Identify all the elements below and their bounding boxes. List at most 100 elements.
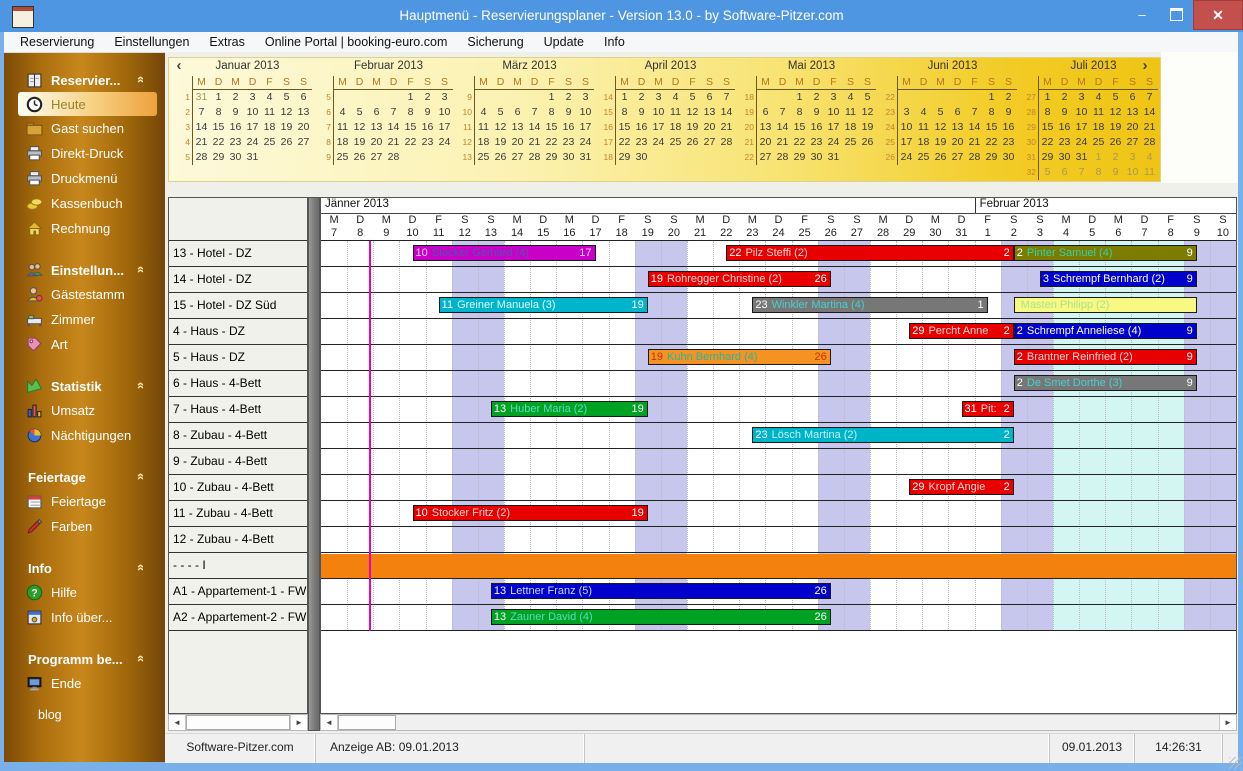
calendar-day[interactable]: 24 [898, 150, 915, 165]
calendar-day[interactable]: 17 [577, 120, 594, 135]
sidebar-item-ende[interactable]: Ende [4, 671, 165, 696]
calendar-day[interactable]: 12 [351, 120, 368, 135]
calendar-day[interactable]: 15 [210, 120, 227, 135]
calendar-day[interactable]: 29 [616, 150, 633, 165]
calendar-day[interactable]: 18 [334, 135, 351, 150]
reservation-bar[interactable]: 10Stocker Fritz (2)19 [413, 505, 648, 521]
calendar-day[interactable]: 7 [718, 90, 735, 105]
menu-item-online-portal-booking-euro-com[interactable]: Online Portal | booking-euro.com [255, 32, 458, 52]
calendar-day[interactable]: 21 [385, 135, 402, 150]
calendar-day[interactable]: 15 [543, 120, 560, 135]
calendar-day[interactable]: 26 [492, 150, 509, 165]
calendar-day[interactable]: 9 [1107, 165, 1124, 180]
calendar-day[interactable]: 8 [210, 105, 227, 120]
calendar-day[interactable]: 3 [244, 90, 261, 105]
calendar-day[interactable]: 26 [684, 135, 701, 150]
sidebar-item-rechnung[interactable]: Rechnung [4, 216, 165, 241]
gantt-day-number[interactable]: 8 [1158, 227, 1184, 240]
sidebar-item-farben[interactable]: Farben [4, 514, 165, 539]
maximize-button[interactable] [1159, 0, 1193, 28]
gantt-day-number[interactable]: 25 [792, 227, 818, 240]
calendar-day[interactable]: 3 [1124, 150, 1141, 165]
calendar-day[interactable]: 25 [842, 135, 859, 150]
room-row-label[interactable]: 7 - Haus - 4-Bett [169, 397, 307, 423]
calendar-day[interactable]: 1 [791, 90, 808, 105]
room-row-label[interactable]: 5 - Haus - DZ [169, 345, 307, 371]
gantt-day-number[interactable]: 5 [1079, 227, 1105, 240]
calendar-day[interactable]: 27 [949, 150, 966, 165]
calendar-day[interactable]: 8 [791, 105, 808, 120]
calendar-day[interactable]: 20 [295, 120, 312, 135]
sidebar-section-header-2[interactable]: Statistik» [4, 374, 165, 398]
reservation-bar[interactable]: 13Huber Maria (2)19 [491, 401, 648, 417]
calendar-day[interactable]: 22 [210, 135, 227, 150]
gantt-day-number[interactable]: 29 [896, 227, 922, 240]
room-row-label[interactable]: 6 - Haus - 4-Bett [169, 371, 307, 397]
calendar-day[interactable]: 13 [757, 120, 774, 135]
calendar-day[interactable]: 24 [244, 135, 261, 150]
calendar-day[interactable]: 6 [295, 90, 312, 105]
calendar-day[interactable]: 28 [718, 135, 735, 150]
scroll-thumb[interactable] [338, 715, 396, 730]
reservation-bar[interactable]: 13Zauner David (4)26 [491, 609, 831, 625]
calendar-day[interactable]: 8 [983, 105, 1000, 120]
calendar-day[interactable]: 2 [1107, 150, 1124, 165]
calendar-day[interactable]: 20 [368, 135, 385, 150]
calendar-day[interactable]: 9 [1000, 105, 1017, 120]
calendar-day[interactable]: 14 [1141, 105, 1158, 120]
calendar-day[interactable]: 19 [278, 120, 295, 135]
calendar-day[interactable]: 21 [718, 120, 735, 135]
calendar-day[interactable]: 31 [577, 150, 594, 165]
calendar-day[interactable]: 27 [295, 135, 312, 150]
calendar-day[interactable]: 28 [774, 150, 791, 165]
calendar-day[interactable]: 23 [1056, 135, 1073, 150]
calendar-day[interactable]: 11 [1141, 165, 1158, 180]
chevron-up-icon[interactable]: » [132, 473, 147, 480]
reservation-bar[interactable]: 2Brantner Reinfried (2)9 [1014, 349, 1197, 365]
calendar-day[interactable]: 12 [932, 120, 949, 135]
close-button[interactable]: ✕ [1193, 0, 1243, 30]
calendar-day[interactable]: 18 [261, 120, 278, 135]
reservation-bar[interactable]: 22Pilz Steffi (2)2 [726, 245, 1014, 261]
calendar-day[interactable]: 20 [1124, 120, 1141, 135]
calendar-day[interactable]: 4 [667, 90, 684, 105]
calendar-day[interactable]: 16 [560, 120, 577, 135]
calendar-day[interactable]: 16 [1000, 120, 1017, 135]
calendar-day[interactable]: 14 [526, 120, 543, 135]
calendar-day[interactable]: 23 [560, 135, 577, 150]
calendar-day[interactable]: 12 [278, 105, 295, 120]
calendar-day[interactable]: 6 [949, 105, 966, 120]
calendar-day[interactable]: 21 [774, 135, 791, 150]
calendar-day[interactable]: 2 [419, 90, 436, 105]
calendar-day[interactable]: 13 [368, 120, 385, 135]
calendar-day[interactable]: 30 [633, 150, 650, 165]
calendar-day[interactable]: 9 [808, 105, 825, 120]
calendar-day[interactable]: 4 [334, 105, 351, 120]
calendar-day[interactable]: 30 [227, 150, 244, 165]
calendar-day[interactable]: 21 [526, 135, 543, 150]
calendar-day[interactable]: 22 [983, 135, 1000, 150]
calendar-day[interactable]: 6 [509, 105, 526, 120]
calendar-day[interactable]: 2 [227, 90, 244, 105]
sidebar-item-heute[interactable]: Heute [18, 92, 157, 116]
room-row-label[interactable]: 11 - Zubau - 4-Bett [169, 501, 307, 527]
calendar-day[interactable]: 20 [949, 135, 966, 150]
calendar-day[interactable]: 27 [701, 135, 718, 150]
room-row-label[interactable]: 8 - Zubau - 4-Bett [169, 423, 307, 449]
calendar-day[interactable]: 10 [1073, 105, 1090, 120]
gantt-day-number[interactable]: 9 [373, 227, 399, 240]
calendar-day[interactable]: 9 [560, 105, 577, 120]
gantt-day-number[interactable]: 11 [426, 227, 452, 240]
sidebar-item-gast-suchen[interactable]: Gast suchen [4, 116, 165, 141]
calendar-day[interactable]: 10 [436, 105, 453, 120]
calendar-day[interactable]: 21 [193, 135, 210, 150]
calendar-day[interactable]: 22 [1039, 135, 1056, 150]
scroll-left-icon[interactable]: ◄ [321, 715, 338, 730]
menu-item-einstellungen[interactable]: Einstellungen [104, 32, 199, 52]
calendar-day[interactable]: 8 [543, 105, 560, 120]
room-row-label[interactable]: 13 - Hotel - DZ [169, 241, 307, 267]
calendar-day[interactable]: 8 [616, 105, 633, 120]
calendar-day[interactable]: 4 [1141, 150, 1158, 165]
calendar-day[interactable]: 27 [509, 150, 526, 165]
calendar-day[interactable]: 28 [1141, 135, 1158, 150]
